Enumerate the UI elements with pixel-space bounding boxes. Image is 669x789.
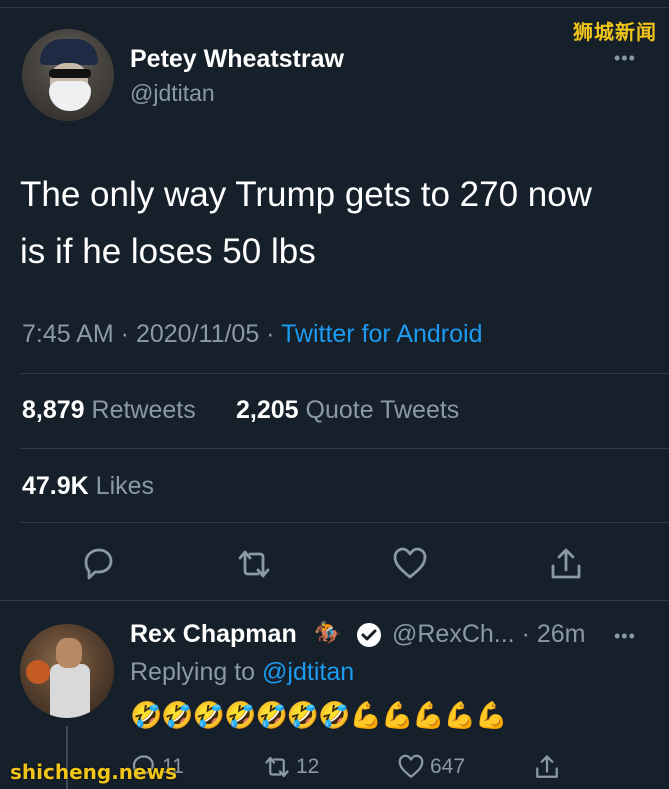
reply-icon[interactable] (78, 544, 118, 584)
quote-tweets-count: 2,205 (236, 396, 299, 424)
likes-count: 47.9K (22, 472, 89, 500)
replying-to-line: Replying to @jdtitan (130, 658, 354, 687)
reply-like-button[interactable]: 647 (396, 752, 465, 784)
avatar-cap (40, 39, 98, 65)
avatar-glasses (49, 69, 91, 78)
tweet-text-line-1: The only way Trump gets to 270 now (20, 175, 592, 214)
likes-label: Likes (95, 472, 155, 500)
tweet-text: The only way Trump gets to 270 now is if… (20, 166, 660, 280)
avatar-head (56, 638, 82, 668)
reply-like-count: 647 (430, 755, 466, 778)
divider (20, 373, 669, 374)
like-icon (398, 754, 424, 778)
meta-separator-1: · (113, 320, 136, 348)
tweet-time: 7:45 AM (22, 320, 114, 348)
reply-author-handle[interactable]: @RexCh... (392, 620, 515, 648)
reply-author-name[interactable]: Rex Chapman (130, 620, 297, 649)
author-avatar[interactable] (22, 29, 114, 121)
author-name[interactable]: Petey Wheatstraw (130, 45, 344, 74)
divider (20, 522, 669, 523)
retweets-count: 8,879 (22, 396, 85, 424)
replying-prefix: Replying to (130, 658, 256, 686)
watermark-top: 狮城新闻 (573, 20, 657, 44)
tweet-source-link[interactable]: Twitter for Android (281, 320, 482, 348)
tweet-meta: 7:45 AM · 2020/11/05 · Twitter for Andro… (22, 320, 482, 349)
reply-more-options-icon[interactable]: ••• (614, 626, 636, 647)
reply-text: 🤣🤣🤣🤣🤣🤣🤣💪💪💪💪💪 (130, 700, 507, 730)
reply-author-avatar[interactable] (20, 624, 114, 718)
meta-separator-2: · (259, 320, 281, 348)
tweet-text-line-2: is if he loses 50 lbs (20, 232, 316, 271)
reply-retweet-button[interactable]: 12 (262, 752, 319, 784)
like-icon[interactable] (390, 544, 430, 584)
verified-badge-icon (357, 623, 381, 647)
horse-racing-emoji: 🏇 (314, 620, 342, 645)
avatar-shirt (50, 664, 90, 718)
avatar-basketball (26, 660, 50, 684)
avatar-mask (49, 81, 91, 111)
quote-tweets-label: Quote Tweets (305, 396, 460, 424)
reply-age: · 26m (521, 620, 586, 648)
divider (0, 600, 669, 601)
share-icon[interactable] (546, 544, 586, 584)
reply-share-button[interactable] (532, 752, 562, 784)
replying-to-handle[interactable]: @jdtitan (262, 658, 354, 686)
quote-tweets-stat[interactable]: 2,205 Quote Tweets (236, 396, 459, 425)
reply-meta: @RexCh... · 26m (392, 620, 586, 649)
likes-stat[interactable]: 47.9K Likes (22, 472, 154, 501)
divider (20, 448, 669, 449)
retweets-label: Retweets (91, 396, 196, 424)
retweet-icon[interactable] (234, 544, 274, 584)
author-handle[interactable]: @jdtitan (130, 80, 215, 107)
share-icon (536, 755, 558, 778)
retweet-icon (265, 756, 289, 778)
more-options-icon[interactable]: ••• (614, 48, 636, 69)
reply-retweet-count: 12 (296, 755, 320, 778)
top-divider (0, 7, 669, 8)
tweet-date: 2020/11/05 (135, 320, 260, 348)
retweets-stat[interactable]: 8,879 Retweets (22, 396, 196, 425)
watermark-bottom: shicheng.news (10, 760, 177, 784)
